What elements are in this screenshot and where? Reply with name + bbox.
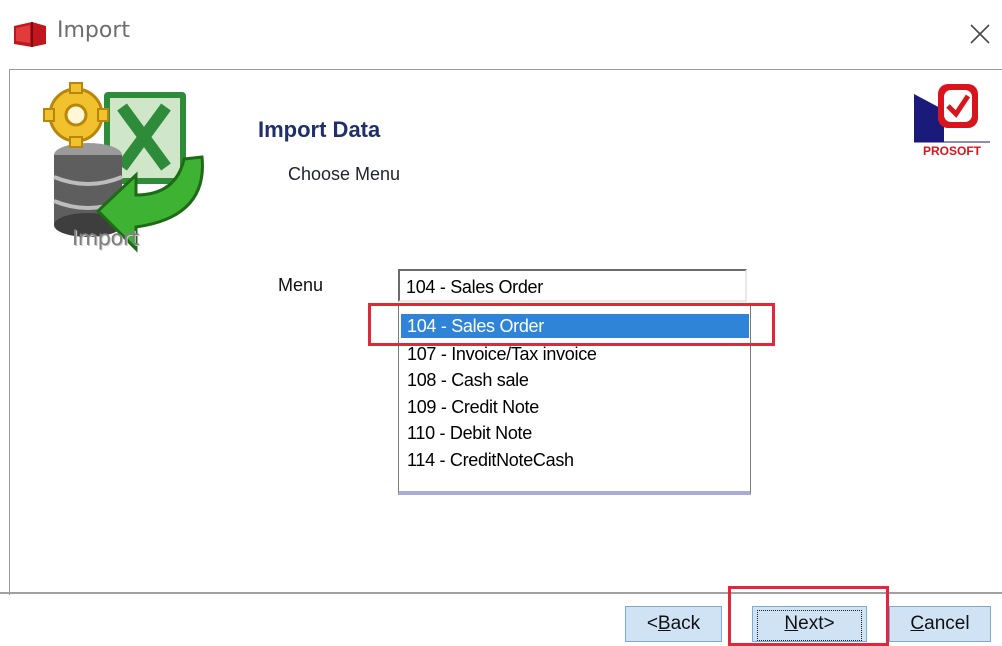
back-button-prefix: < (646, 613, 658, 634)
window-title: Import (57, 18, 131, 43)
cancel-button[interactable]: Cancel (889, 606, 991, 642)
import-logo-label: Import (72, 226, 139, 250)
menu-option-104[interactable]: 104 - Sales Order (401, 314, 749, 338)
menu-dropdown-list[interactable]: 104 - Sales Order 107 - Invoice/Tax invo… (398, 305, 751, 495)
cancel-button-label: ancel (924, 613, 970, 634)
back-button[interactable]: <Back (625, 606, 722, 642)
page-title: Import Data (258, 117, 381, 142)
menu-option-110[interactable]: 110 - Debit Note (405, 421, 751, 445)
close-icon[interactable] (968, 22, 992, 46)
menu-label: Menu (278, 275, 324, 295)
menu-combobox[interactable]: 104 - Sales Order (398, 269, 747, 302)
menu-option-114[interactable]: 114 - CreditNoteCash (405, 448, 751, 472)
title-bar: Import (0, 0, 1002, 66)
prosoft-logo: PROSOFT (914, 84, 990, 158)
red-book-icon (14, 22, 46, 47)
back-button-mnemonic: B (657, 613, 671, 634)
page-subtitle: Choose Menu (288, 164, 401, 184)
next-button-label: ext> (798, 613, 835, 634)
next-button[interactable]: Next> (752, 606, 867, 642)
footer-divider (0, 592, 1002, 594)
cancel-button-mnemonic: C (910, 613, 925, 634)
prosoft-logo-text: PROSOFT (923, 144, 982, 158)
menu-option-107[interactable]: 107 - Invoice/Tax invoice (405, 342, 751, 366)
menu-option-108[interactable]: 108 - Cash sale (405, 368, 751, 392)
menu-option-109[interactable]: 109 - Credit Note (405, 395, 751, 419)
back-button-label: ack (670, 613, 701, 634)
next-button-mnemonic: N (784, 613, 799, 634)
